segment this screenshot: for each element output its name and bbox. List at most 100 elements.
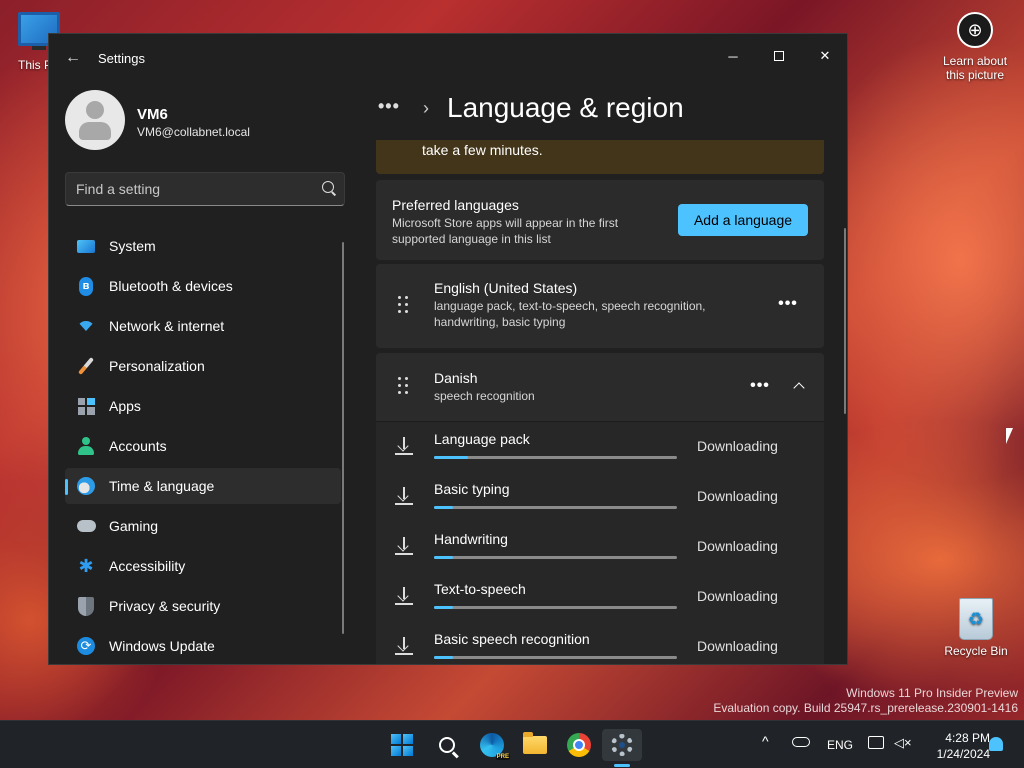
maximize-button[interactable] — [757, 40, 801, 72]
language-row-english[interactable]: English (United States) language pack, t… — [376, 264, 824, 348]
update-icon: ⟳ — [76, 636, 96, 656]
this-pc-stand — [32, 46, 46, 50]
avatar[interactable] — [65, 90, 125, 150]
sidebar-item-accessibility[interactable]: ✱ Accessibility — [65, 548, 341, 584]
sidebar-item-system[interactable]: System — [65, 228, 341, 264]
back-button[interactable]: ← — [63, 48, 83, 68]
window-title: Settings — [98, 51, 145, 66]
file-explorer-button[interactable] — [515, 729, 555, 761]
feature-status: Downloading — [697, 488, 778, 504]
feature-row: Basic typing Downloading — [376, 472, 824, 522]
search-icon[interactable] — [322, 181, 334, 193]
feature-name: Text-to-speech — [434, 581, 526, 597]
edge-pre-badge: PRE — [495, 754, 510, 760]
start-button[interactable] — [382, 729, 422, 761]
sidebar-item-label: Personalization — [109, 358, 205, 374]
feature-progress-bar — [434, 506, 677, 509]
sidebar-item-label: Time & language — [109, 478, 215, 494]
sidebar-item-label: Accessibility — [109, 558, 186, 574]
shield-icon — [76, 596, 96, 616]
volume-muted-icon[interactable]: ◁× — [894, 735, 912, 751]
feature-name: Basic speech recognition — [434, 631, 590, 647]
sidebar-item-label: Apps — [109, 398, 141, 414]
drag-handle-icon[interactable] — [396, 377, 412, 397]
sidebar-item-network[interactable]: Network & internet — [65, 308, 341, 344]
feature-row: Basic speech recognition Downloading — [376, 622, 824, 664]
more-options-button[interactable]: ••• — [772, 292, 804, 320]
collapse-chevron-icon[interactable] — [788, 375, 812, 399]
recycle-bin-icon: ♻ — [959, 598, 993, 640]
sidebar-item-privacy[interactable]: Privacy & security — [65, 588, 341, 624]
brush-icon — [76, 356, 96, 376]
sidebar: VM6 VM6@collabnet.local System ʙ Bluetoo… — [49, 82, 361, 664]
add-language-button[interactable]: Add a language — [678, 204, 808, 236]
file-explorer-icon — [523, 732, 547, 754]
edge-button[interactable]: PRE — [472, 729, 512, 761]
sidebar-item-time-language[interactable]: Time & language — [65, 468, 341, 504]
sidebar-item-apps[interactable]: Apps — [65, 388, 341, 424]
chrome-icon — [567, 733, 591, 757]
notification-bell-icon[interactable] — [989, 737, 1003, 751]
feature-progress-bar — [434, 556, 677, 559]
more-options-button[interactable]: ••• — [744, 374, 776, 402]
learn-about-picture[interactable]: ⊕ Learn about this picture — [935, 12, 1015, 82]
feature-status: Downloading — [697, 588, 778, 604]
user-name: VM6 — [137, 106, 168, 123]
maximize-icon — [774, 51, 784, 61]
language-row-danish[interactable]: Danish speech recognition ••• — [376, 353, 824, 421]
sidebar-item-personalization[interactable]: Personalization — [65, 348, 341, 384]
search-input[interactable] — [76, 173, 306, 205]
network-icon[interactable] — [868, 736, 884, 749]
content-scroll-area: take a few minutes. Preferred languages … — [361, 140, 847, 664]
show-hidden-icons-chevron-icon[interactable]: ^ — [762, 733, 769, 749]
evaluation-watermark: Windows 11 Pro Insider Preview Evaluatio… — [713, 686, 1018, 716]
content-scrollbar[interactable] — [844, 228, 846, 414]
apps-icon — [76, 396, 96, 416]
content-pane: ••• › Language & region take a few minut… — [361, 82, 847, 664]
breadcrumb-more-button[interactable]: ••• — [378, 96, 400, 117]
download-icon — [394, 586, 414, 606]
download-icon — [394, 636, 414, 656]
settings-taskbar-button[interactable] — [602, 729, 642, 761]
clock[interactable]: 4:28 PM 1/24/2024 — [920, 730, 990, 762]
recycle-bin[interactable]: ♻ Recycle Bin — [938, 598, 1014, 658]
feature-status: Downloading — [697, 638, 778, 654]
sidebar-item-bluetooth[interactable]: ʙ Bluetooth & devices — [65, 268, 341, 304]
taskbar-search-button[interactable] — [427, 729, 467, 761]
download-icon — [394, 436, 414, 456]
settings-window: ← Settings ─ ✕ VM6 VM6@collabnet.local S… — [48, 33, 848, 665]
sidebar-item-windows-update[interactable]: ⟳ Windows Update — [65, 628, 341, 664]
close-button[interactable]: ✕ — [803, 40, 847, 72]
system-icon — [76, 236, 96, 256]
sidebar-item-label: System — [109, 238, 156, 254]
watermark-line-1: Windows 11 Pro Insider Preview — [846, 686, 1018, 700]
taskbar: PRE ^ ENG ◁× 4:28 PM 1/24/2024 — [0, 720, 1024, 768]
chrome-button[interactable] — [559, 729, 599, 761]
search-icon — [439, 737, 455, 753]
sidebar-item-gaming[interactable]: Gaming — [65, 508, 341, 544]
feature-name: Basic typing — [434, 481, 510, 497]
feature-name: Handwriting — [434, 531, 508, 547]
recycle-bin-label: Recycle Bin — [944, 644, 1008, 658]
cloud-offline-icon[interactable] — [792, 737, 810, 747]
sidebar-scrollbar[interactable] — [342, 242, 344, 634]
breadcrumb-chevron-icon: › — [423, 98, 429, 118]
nav-list: System ʙ Bluetooth & devices Network & i… — [65, 228, 341, 664]
search-box[interactable] — [65, 172, 345, 206]
gaming-icon — [76, 516, 96, 536]
minimize-button[interactable]: ─ — [711, 40, 755, 72]
sidebar-item-label: Gaming — [109, 518, 159, 534]
preferred-languages-description: Microsoft Store apps will appear in the … — [392, 216, 619, 246]
title-bar: ← Settings ─ ✕ — [49, 34, 847, 82]
language-indicator[interactable]: ENG — [827, 738, 853, 752]
language-features-list: Language pack Downloading Basic typing D… — [376, 421, 824, 664]
this-pc-label[interactable]: This PC — [18, 58, 48, 72]
feature-row: Text-to-speech Downloading — [376, 572, 824, 622]
accounts-icon — [76, 436, 96, 456]
notice-text: take a few minutes. — [422, 142, 543, 158]
active-app-indicator — [614, 764, 630, 767]
drag-handle-icon[interactable] — [396, 296, 412, 316]
sidebar-item-label: Network & internet — [109, 318, 225, 334]
sidebar-item-accounts[interactable]: Accounts — [65, 428, 341, 464]
watermark-line-2: Evaluation copy. Build 25947.rs_prerelea… — [713, 701, 1018, 715]
